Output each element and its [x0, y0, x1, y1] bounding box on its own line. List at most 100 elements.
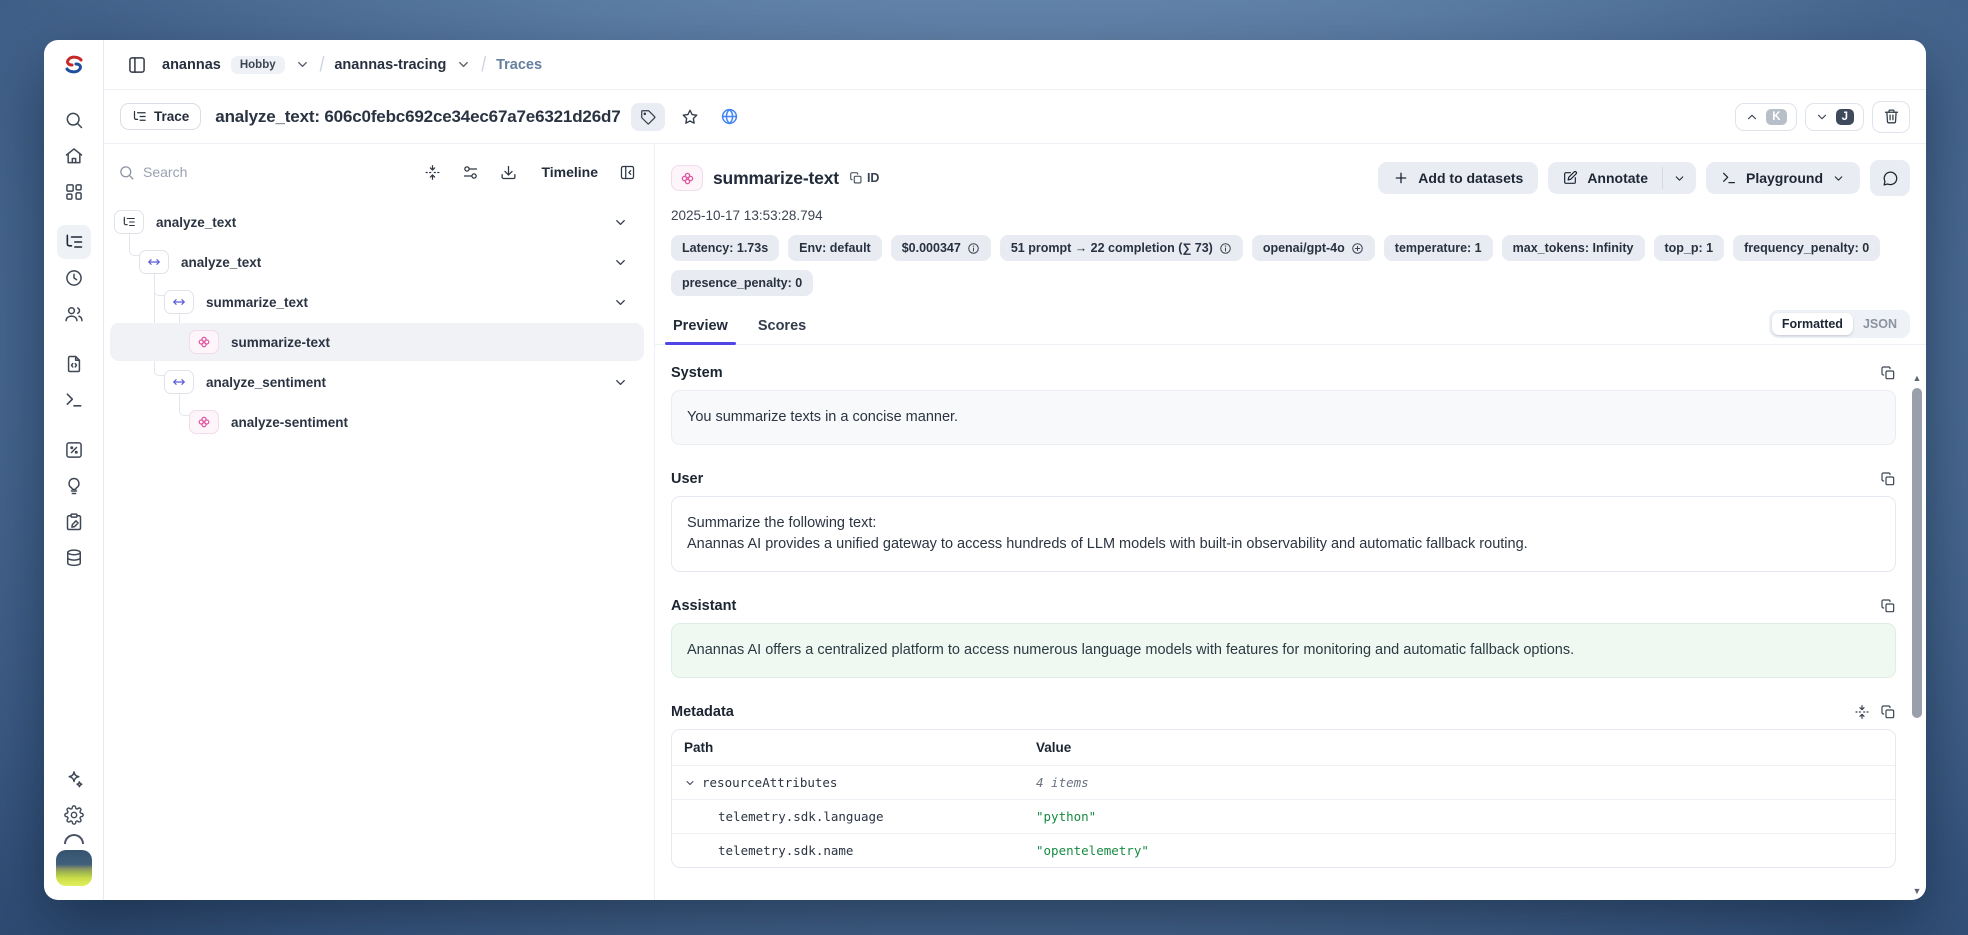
copy-icon[interactable]: [1880, 598, 1896, 614]
copy-icon: [849, 171, 863, 185]
copy-icon[interactable]: [1880, 365, 1896, 381]
tree-row-summarize-text-span[interactable]: summarize_text: [104, 282, 654, 322]
public-globe-icon[interactable]: [715, 103, 745, 131]
system-section-label: System: [671, 365, 723, 381]
format-formatted-option[interactable]: Formatted: [1772, 313, 1853, 335]
breadcrumb-org[interactable]: anannas: [162, 57, 221, 73]
star-icon[interactable]: [675, 103, 705, 131]
tracing-icon[interactable]: [57, 225, 91, 259]
chevron-up-icon: [1745, 110, 1759, 124]
tree-row-analyze-sentiment-generation[interactable]: analyze-sentiment: [104, 402, 654, 442]
prompts-file-code-icon[interactable]: [57, 347, 91, 381]
playground-button[interactable]: Playground: [1706, 162, 1860, 194]
latency-badge: Latency: 1.73s: [671, 235, 779, 261]
tab-scores[interactable]: Scores: [756, 312, 808, 344]
observation-timestamp: 2025-10-17 13:53:28.794: [655, 208, 1926, 223]
collapse-panel-icon[interactable]: [612, 157, 642, 187]
temperature-badge: temperature: 1: [1384, 235, 1493, 261]
model-badge[interactable]: openai/gpt-4o: [1252, 235, 1375, 261]
next-trace-button[interactable]: J: [1805, 103, 1864, 131]
vertical-scrollbar[interactable]: ▲ ▼: [1910, 372, 1924, 897]
view-settings-icon[interactable]: [455, 157, 485, 187]
observation-title: summarize-text: [713, 168, 839, 189]
annotate-button[interactable]: Annotate: [1548, 162, 1662, 194]
chevron-down-icon: [1832, 172, 1845, 185]
tab-preview[interactable]: Preview: [671, 312, 730, 344]
chevron-down-icon[interactable]: [684, 777, 696, 789]
copy-icon[interactable]: [1880, 471, 1896, 487]
breadcrumb-section[interactable]: Traces: [496, 57, 542, 73]
collapse-all-icon[interactable]: [417, 157, 447, 187]
expand-rows-icon[interactable]: [1854, 704, 1870, 720]
tree-row-analyze-text-span[interactable]: analyze_text: [104, 242, 654, 282]
project-chevron-down-icon[interactable]: [456, 57, 471, 72]
tree-row-analyze-text-root[interactable]: analyze_text: [104, 202, 654, 242]
download-icon[interactable]: [493, 157, 523, 187]
timeline-toggle[interactable]: Timeline: [541, 164, 598, 180]
chevron-down-icon[interactable]: [613, 295, 628, 310]
evaluation-percent-icon[interactable]: [57, 433, 91, 467]
scrollbar-thumb[interactable]: [1912, 388, 1922, 718]
sessions-clock-icon[interactable]: [57, 261, 91, 295]
info-icon: [1219, 242, 1232, 255]
settings-gear-icon[interactable]: [57, 798, 91, 832]
collapsed-icon-arc: [64, 834, 84, 844]
trace-type-badge: Trace: [120, 103, 201, 130]
chevron-down-icon[interactable]: [613, 375, 628, 390]
search-icon[interactable]: [57, 103, 91, 137]
span-icon: [139, 250, 169, 274]
add-to-datasets-button[interactable]: Add to datasets: [1378, 162, 1538, 194]
datasets-database-icon[interactable]: [57, 541, 91, 575]
delete-trace-button[interactable]: [1872, 101, 1910, 133]
observation-tree: analyze_text analyze_text summarize_text: [104, 202, 654, 442]
dashboard-icon[interactable]: [57, 175, 91, 209]
annotation-clipboard-icon[interactable]: [57, 505, 91, 539]
home-icon[interactable]: [57, 139, 91, 173]
scroll-down-arrow-icon[interactable]: ▼: [1913, 885, 1922, 897]
format-toggle: Formatted JSON: [1769, 310, 1910, 338]
nav-rail: [44, 40, 104, 900]
top-p-badge: top_p: 1: [1654, 235, 1725, 261]
scrollbar-track[interactable]: [1910, 384, 1924, 885]
user-avatar[interactable]: [56, 850, 92, 886]
prev-trace-button[interactable]: K: [1735, 103, 1796, 131]
insights-lightbulb-icon[interactable]: [57, 469, 91, 503]
cost-badge[interactable]: $0.000347: [891, 235, 991, 261]
max-tokens-badge: max_tokens: Infinity: [1502, 235, 1645, 261]
copy-icon[interactable]: [1880, 704, 1896, 720]
search-input[interactable]: [143, 164, 409, 180]
tree-row-analyze-sentiment-span[interactable]: analyze_sentiment: [104, 362, 654, 402]
chat-bubble-icon: [1882, 170, 1899, 187]
upgrade-sparkles-icon[interactable]: [57, 762, 91, 796]
metadata-row-group[interactable]: resourceAttributes 4 items: [672, 765, 1895, 799]
comments-button[interactable]: [1870, 160, 1910, 196]
assistant-section-label: Assistant: [671, 598, 736, 614]
search-icon: [118, 164, 135, 181]
tree-toolbar: Timeline: [104, 150, 654, 194]
org-chevron-down-icon[interactable]: [295, 57, 310, 72]
span-icon: [164, 370, 194, 394]
metric-badges-row-1: Latency: 1.73s Env: default $0.000347 51…: [655, 235, 1926, 261]
presence-penalty-badge: presence_penalty: 0: [671, 270, 813, 296]
scroll-up-arrow-icon[interactable]: ▲: [1913, 372, 1922, 384]
users-icon[interactable]: [57, 297, 91, 331]
circle-plus-icon: [1351, 242, 1364, 255]
token-usage-badge[interactable]: 51 prompt → 22 completion (∑ 73): [1000, 235, 1243, 261]
tree-row-summarize-text-generation[interactable]: summarize-text: [104, 322, 654, 362]
breadcrumb-project[interactable]: anannas-tracing: [334, 57, 446, 73]
trace-title-bar: Trace analyze_text: 606c0febc692ce34ec67…: [104, 90, 1926, 144]
chevron-down-icon[interactable]: [613, 215, 628, 230]
tag-icon[interactable]: [631, 103, 665, 131]
system-message: You summarize texts in a concise manner.: [671, 390, 1896, 445]
metadata-table: Path Value resourceAttributes 4 items te…: [671, 729, 1896, 868]
format-json-option[interactable]: JSON: [1853, 313, 1907, 335]
app-window: anannas Hobby / anannas-tracing / Traces…: [44, 40, 1926, 900]
pen-square-icon: [1562, 170, 1578, 186]
sidebar-toggle-icon[interactable]: [122, 50, 152, 80]
playground-terminal-icon[interactable]: [57, 383, 91, 417]
keycap-k: K: [1766, 109, 1786, 125]
chevron-down-icon[interactable]: [613, 255, 628, 270]
annotate-dropdown-chevron-icon[interactable]: [1663, 162, 1696, 194]
keycap-j: J: [1836, 109, 1854, 125]
copy-id-button[interactable]: ID: [849, 171, 880, 185]
